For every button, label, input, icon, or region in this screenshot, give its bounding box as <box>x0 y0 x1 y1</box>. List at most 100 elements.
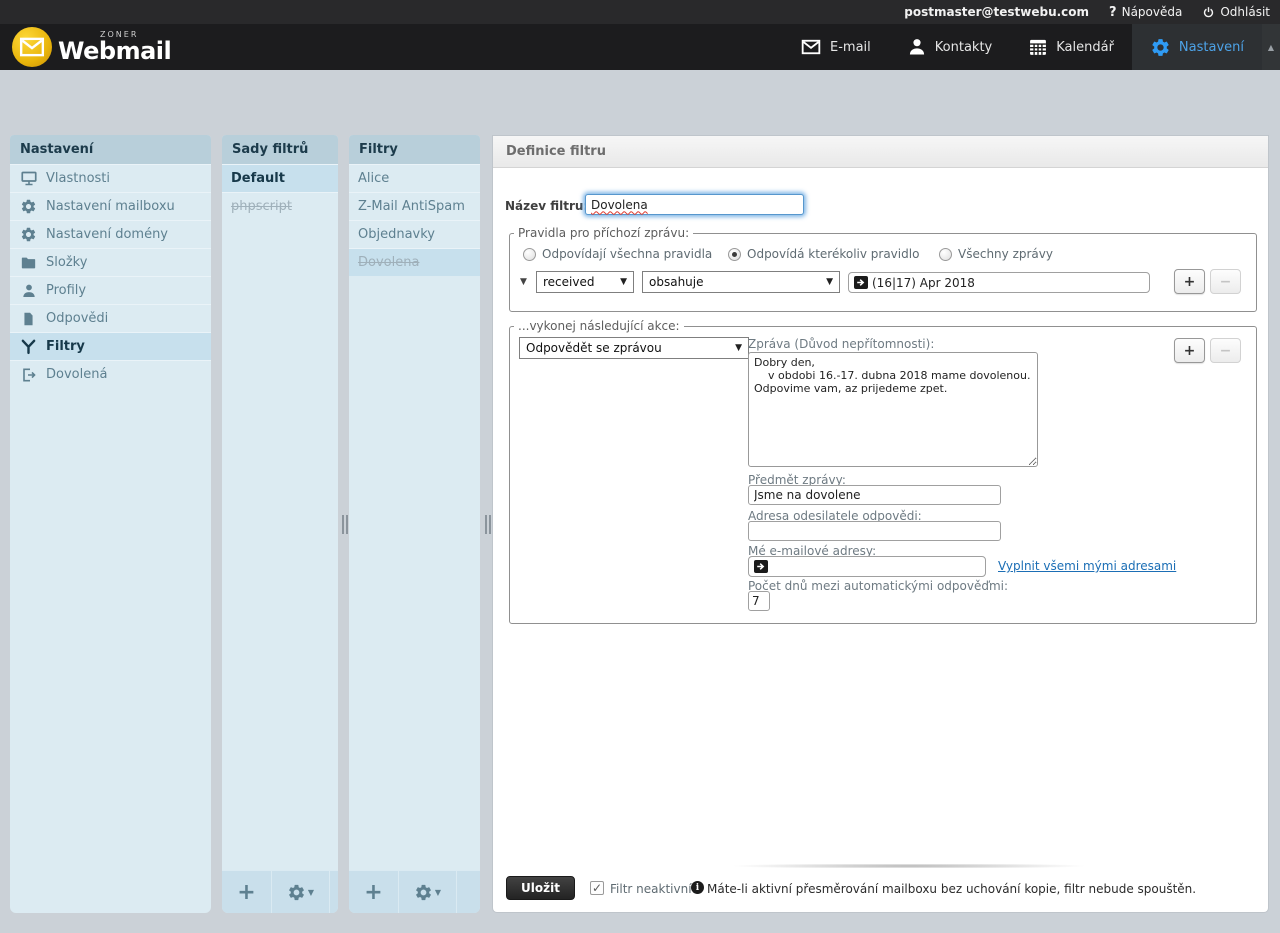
nav-label-nastaveni: Nastavení <box>1179 40 1244 55</box>
actions-legend: ...vykonej následující akce: <box>514 319 684 333</box>
logout-label: Odhlásit <box>1220 5 1270 19</box>
message-label: Zpráva (Důvod nepřítomnosti): <box>748 337 934 351</box>
filter-definition-panel: Definice filtru Název filtru: Dovolena P… <box>492 135 1269 913</box>
filter-sets-column: Sady filtrů Default phpscript + ▼ <box>222 135 338 913</box>
chevron-down-icon: ▼ <box>308 888 314 897</box>
chevron-down-icon: ▼ <box>614 277 627 287</box>
column-splitter[interactable] <box>484 135 491 913</box>
rule-field-select[interactable]: received ▼ <box>536 271 634 293</box>
chevron-down-icon: ▼ <box>435 888 441 897</box>
fill-all-addresses-link[interactable]: Vyplnit všemi mými adresami <box>998 559 1176 573</box>
sidebar-item-filtry[interactable]: Filtry <box>10 332 211 360</box>
settings-menu-column: Nastavení Vlastnosti Nastavení mailboxu … <box>10 135 211 913</box>
nav-label-kalendar: Kalendář <box>1056 40 1114 55</box>
nav-label-email: E-mail <box>830 40 871 55</box>
radio-any-rule[interactable]: Odpovídá kterékoliv pravidlo <box>728 247 919 261</box>
filter-set-phpscript[interactable]: phpscript <box>222 192 338 220</box>
action-select[interactable]: Odpovědět se zprávou ▼ <box>519 337 749 359</box>
radio-all-rules[interactable]: Odpovídají všechna pravidla <box>523 247 712 261</box>
question-icon: ? <box>1109 5 1117 20</box>
nav-label-kontakty: Kontakty <box>935 40 992 55</box>
my-addresses-input[interactable] <box>748 556 986 577</box>
filter-menu-button[interactable]: ▼ <box>399 871 457 913</box>
filter-item-zmail-antispam[interactable]: Z-Mail AntiSpam <box>349 192 480 220</box>
filter-inactive-label: Filtr neaktivní <box>610 882 692 896</box>
webmail-logo[interactable]: ZONER Webmail <box>0 24 171 70</box>
topbar: postmaster@testwebu.com ? Nápověda Odhlá… <box>0 0 1280 24</box>
add-filter-button[interactable]: + <box>349 871 399 913</box>
filter-sets-toolbar: + ▼ <box>222 870 338 913</box>
sidebar-item-nastaveni-mailboxu[interactable]: Nastavení mailboxu <box>10 192 211 220</box>
gear-icon <box>19 226 38 243</box>
sidebar-item-vlastnosti[interactable]: Vlastnosti <box>10 164 211 192</box>
nav-item-nastaveni[interactable]: Nastavení <box>1132 24 1262 70</box>
column-splitter[interactable] <box>341 135 348 913</box>
gear-icon <box>19 198 38 215</box>
nav-item-kalendar[interactable]: Kalendář <box>1010 24 1132 70</box>
add-rule-button[interactable]: + <box>1174 269 1205 294</box>
envelope-icon <box>800 37 822 57</box>
radio-icon <box>523 248 536 261</box>
subject-input[interactable] <box>748 485 1001 505</box>
radio-checked-icon <box>728 248 741 261</box>
filter-name-input[interactable]: Dovolena <box>585 194 804 215</box>
filter-inactive-checkbox[interactable]: ✓ <box>590 881 604 895</box>
monitor-icon <box>19 170 38 187</box>
filter-item-dovolena[interactable]: Dovolena <box>349 248 480 276</box>
radio-all-messages[interactable]: Všechny zprávy <box>939 247 1053 261</box>
main-nav: E-mail Kontakty Kalendář Nastavení ▲ <box>782 24 1280 70</box>
plus-icon: + <box>364 880 382 905</box>
days-between-label: Počet dnů mezi automatickými odpověďmi: <box>748 579 1008 593</box>
filter-set-menu-button[interactable]: ▼ <box>272 871 330 913</box>
navbar: ZONER Webmail E-mail Kontakty Kalendář N… <box>0 24 1280 70</box>
user-email: postmaster@testwebu.com <box>904 5 1089 19</box>
filter-item-objednavky[interactable]: Objednavky <box>349 220 480 248</box>
radio-icon <box>939 248 952 261</box>
info-icon: i <box>691 881 704 894</box>
power-icon <box>1202 6 1215 19</box>
add-filter-set-button[interactable]: + <box>222 871 272 913</box>
addressbook-icon[interactable] <box>854 276 868 289</box>
addressbook-icon[interactable] <box>754 560 768 573</box>
sidebar-item-odpovedi[interactable]: Odpovědi <box>10 304 211 332</box>
logo-envelope-icon <box>12 27 52 67</box>
filter-item-alice[interactable]: Alice <box>349 164 480 192</box>
save-button[interactable]: Uložit <box>506 876 575 900</box>
gear-icon <box>414 883 433 902</box>
collapse-header-button[interactable]: ▲ <box>1262 24 1280 70</box>
splitter-grip-icon <box>342 515 348 534</box>
sidebar-item-profily[interactable]: Profily <box>10 276 211 304</box>
remove-action-button[interactable]: − <box>1210 338 1241 363</box>
folder-icon <box>19 254 38 271</box>
filter-set-default[interactable]: Default <box>222 164 338 192</box>
rules-legend: Pravidla pro příchozí zprávu: <box>514 226 693 240</box>
brand-webmail: Webmail <box>58 39 171 63</box>
splitter-grip-icon <box>485 515 491 534</box>
rule-expander-chevron-icon[interactable]: ▼ <box>520 277 527 287</box>
chevron-up-icon: ▲ <box>1268 43 1274 52</box>
sidebar-item-slozky[interactable]: Složky <box>10 248 211 276</box>
sidebar-item-dovolena[interactable]: Dovolená <box>10 360 211 388</box>
sidebar-item-nastaveni-domeny[interactable]: Nastavení domény <box>10 220 211 248</box>
logout-button[interactable]: Odhlásit <box>1202 5 1270 19</box>
panel-title: Definice filtru <box>493 136 1268 168</box>
chevron-down-icon: ▼ <box>729 343 742 353</box>
gear-icon <box>1150 37 1171 58</box>
help-button[interactable]: ? Nápověda <box>1109 5 1182 20</box>
filters-column: Filtry Alice Z-Mail AntiSpam Objednavky … <box>349 135 480 913</box>
nav-item-kontakty[interactable]: Kontakty <box>889 24 1010 70</box>
document-icon <box>19 310 38 327</box>
message-textarea[interactable]: Dobry den, v obdobi 16.-17. dubna 2018 m… <box>748 352 1038 467</box>
reply-address-input[interactable] <box>748 521 1001 541</box>
plus-icon: + <box>237 880 255 905</box>
nav-item-email[interactable]: E-mail <box>782 24 889 70</box>
gear-icon <box>287 883 306 902</box>
rule-value-input[interactable]: (16|17) Apr 2018 <box>848 272 1150 293</box>
remove-rule-button[interactable]: − <box>1210 269 1241 294</box>
filters-toolbar: + ▼ <box>349 870 480 913</box>
footer-note: Máte-li aktivní přesměrování mailboxu be… <box>707 882 1196 896</box>
days-between-input[interactable] <box>748 591 770 611</box>
add-action-button[interactable]: + <box>1174 338 1205 363</box>
check-icon: ✓ <box>592 881 602 895</box>
rule-operator-select[interactable]: obsahuje ▼ <box>642 271 840 293</box>
